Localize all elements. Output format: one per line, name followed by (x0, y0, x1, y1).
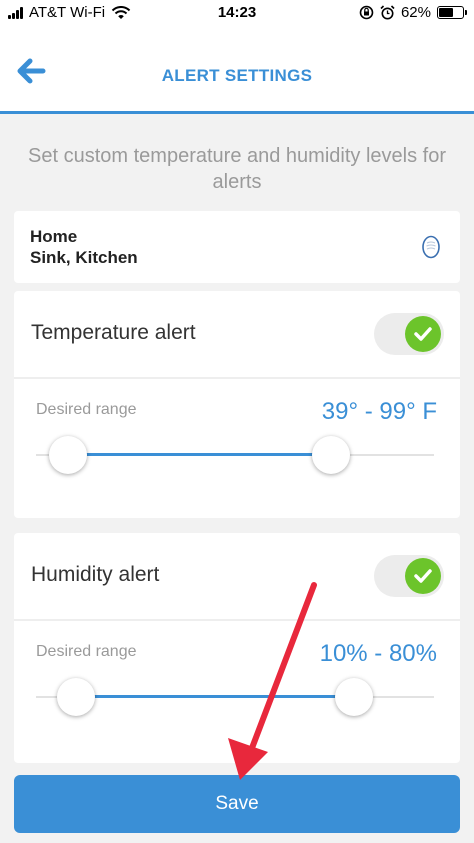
humidity-range-label: Desired range (36, 643, 137, 660)
humidity-range-fill (75, 695, 355, 698)
location-name: Home (30, 227, 78, 246)
rotation-lock-icon (359, 5, 374, 20)
humidity-min-handle[interactable] (56, 678, 95, 716)
humidity-max-handle[interactable] (335, 678, 374, 716)
sensor-icon (422, 235, 440, 259)
temperature-range-slider[interactable] (36, 435, 434, 475)
battery-icon (437, 6, 467, 19)
intro-text: Set custom temperature and humidity leve… (28, 145, 446, 193)
temperature-range-value: 39° - 99° F (321, 398, 437, 425)
temperature-range-label: Desired range (36, 401, 137, 418)
temperature-max-handle[interactable] (311, 436, 350, 474)
humidity-alert-toggle[interactable] (374, 555, 444, 597)
location-detail: Sink, Kitchen (30, 248, 138, 267)
save-button[interactable]: Save (14, 775, 460, 833)
alarm-icon (380, 5, 395, 20)
page-title: ALERT SETTINGS (161, 66, 313, 85)
status-bar: AT&T Wi-Fi 14:23 62% (0, 0, 474, 28)
temperature-alert-card: Temperature alert Desired range 39° - 99… (14, 291, 460, 518)
humidity-range-value: 10% - 80% (319, 640, 437, 667)
humidity-alert-title: Humidity alert (31, 563, 160, 586)
temperature-alert-title: Temperature alert (31, 321, 196, 344)
checkmark-icon (414, 569, 432, 583)
battery-percent: 62% (400, 4, 431, 21)
temperature-alert-toggle[interactable] (374, 313, 444, 355)
location-card: Home Sink, Kitchen (14, 211, 460, 283)
temperature-range-fill (67, 453, 331, 456)
header-bar: ALERT SETTINGS (0, 28, 474, 114)
humidity-range-slider[interactable] (36, 677, 434, 717)
temperature-min-handle[interactable] (48, 436, 87, 474)
humidity-alert-card: Humidity alert Desired range 10% - 80% (14, 533, 460, 763)
checkmark-icon (414, 327, 432, 341)
